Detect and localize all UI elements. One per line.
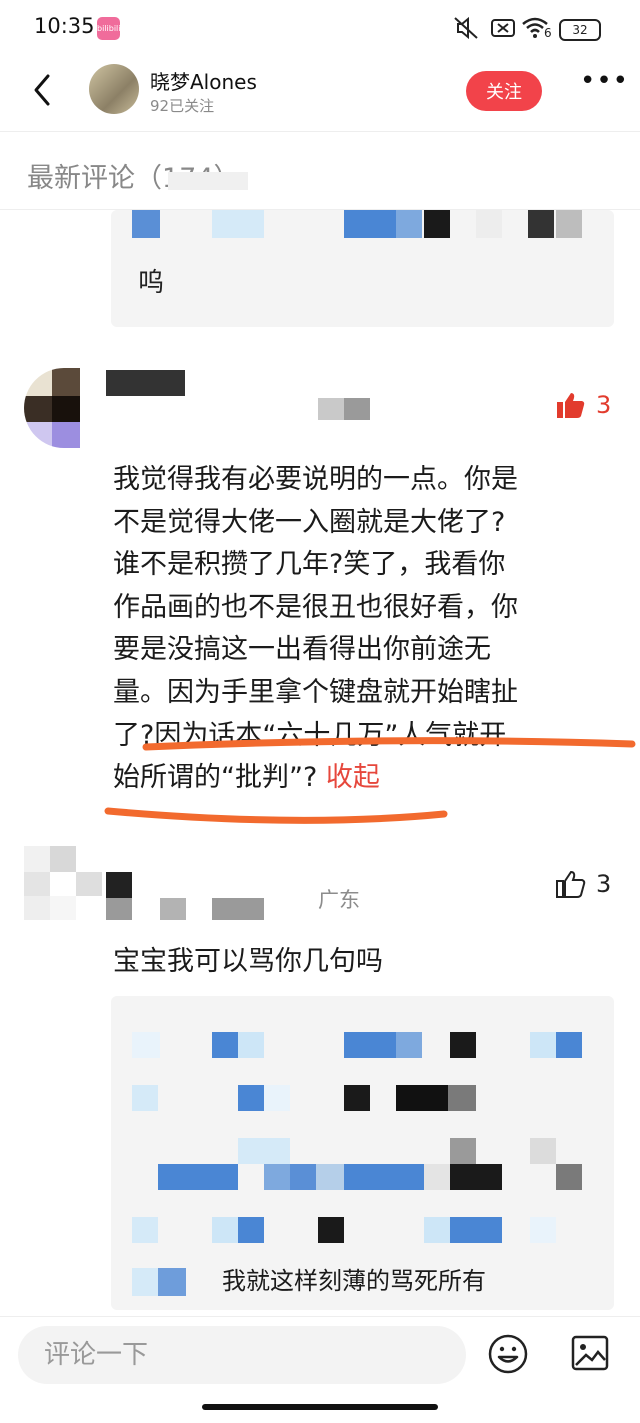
mosaic-block (212, 1217, 238, 1243)
mosaic-block (556, 1032, 582, 1058)
mosaic-block (450, 1032, 476, 1058)
mosaic-block (344, 1085, 370, 1111)
mosaic-block (212, 1032, 238, 1058)
mosaic-block (448, 1085, 476, 1111)
mosaic-block (530, 1138, 556, 1164)
comment-2-likes: 3 (596, 870, 612, 898)
mosaic-block (318, 1217, 344, 1243)
mosaic-block (344, 1032, 396, 1058)
image-icon[interactable] (571, 1334, 609, 1372)
comment-input[interactable]: 评论一下 (18, 1326, 466, 1384)
mosaic-block (132, 1032, 160, 1058)
emoji-icon[interactable] (487, 1333, 529, 1375)
mosaic-block (556, 1164, 582, 1190)
comment-2-region: 广东 (318, 888, 360, 912)
mosaic-block (316, 1164, 344, 1190)
mosaic-block (396, 1032, 422, 1058)
mosaic-block (238, 1085, 264, 1111)
mosaic-block (238, 1032, 264, 1058)
mosaic-block (344, 1164, 424, 1190)
reply-snippet-text: 我就这样刻薄的骂死所有 (222, 1267, 486, 1295)
mosaic-block (132, 1085, 158, 1111)
mosaic-block (450, 1217, 502, 1243)
thumbs-up-icon[interactable] (556, 870, 586, 898)
comment-2-text: 宝宝我可以骂你几句吗 (113, 946, 383, 977)
mosaic-block (264, 1085, 290, 1111)
mosaic-block (158, 1164, 238, 1190)
mosaic-block (238, 1138, 290, 1164)
mosaic-block (530, 1217, 556, 1243)
mosaic-block (132, 1268, 158, 1296)
mosaic-block (132, 1217, 158, 1243)
mosaic-block (424, 1217, 450, 1243)
mosaic-block (450, 1164, 502, 1190)
mosaic-block (264, 1164, 290, 1190)
mosaic-block (424, 1164, 450, 1190)
mosaic-block (106, 898, 132, 920)
mosaic-block (290, 1164, 316, 1190)
annotation-underline (104, 737, 636, 824)
mosaic-block (450, 1138, 476, 1164)
home-indicator (202, 1404, 438, 1410)
mosaic-block (396, 1085, 448, 1111)
mosaic-block (530, 1032, 556, 1058)
mosaic-block (158, 1268, 186, 1296)
mosaic-block (238, 1217, 264, 1243)
mosaic-block (160, 898, 186, 920)
commenter-2-avatar[interactable] (24, 846, 104, 922)
mosaic-block (212, 898, 264, 920)
mosaic-block (106, 872, 132, 898)
